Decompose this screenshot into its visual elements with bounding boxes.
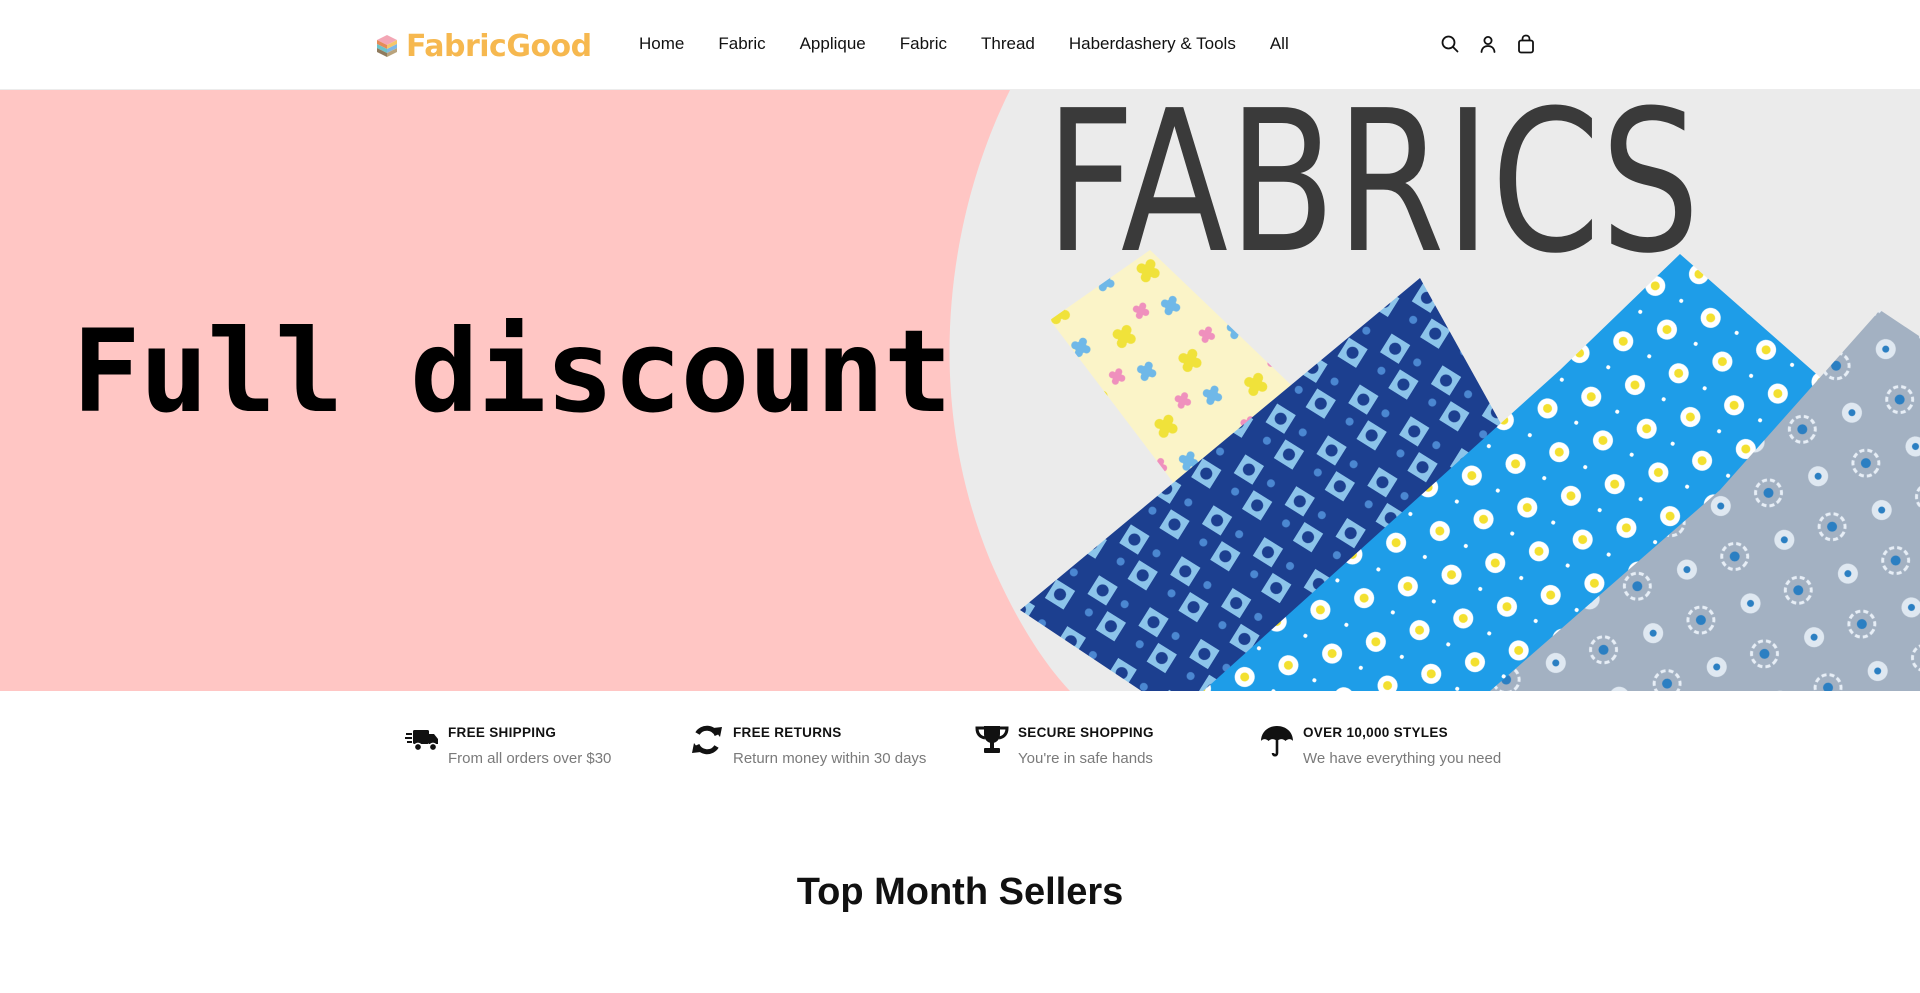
brand-name: FabricGood — [406, 28, 592, 64]
nav-item-applique[interactable]: Applique — [800, 30, 866, 58]
search-icon[interactable] — [1440, 30, 1460, 58]
feature-subtitle: You're in safe hands — [1018, 750, 1153, 767]
top-sellers-title: Top Month Sellers — [796, 871, 1124, 913]
features-bar: FREE SHIPPING From all orders over $30 F… — [0, 691, 1920, 801]
feature-title: OVER 10,000 STYLES — [1303, 725, 1448, 740]
truck-icon — [404, 724, 440, 764]
cart-icon[interactable] — [1516, 30, 1536, 58]
feature-free-shipping: FREE SHIPPING From all orders over $30 — [404, 724, 611, 770]
feature-title: FREE RETURNS — [733, 725, 842, 740]
feature-secure-shopping: SECURE SHOPPING You're in safe hands — [974, 724, 1154, 770]
main-nav: Home Fabric Applique Fabric Thread Haber… — [639, 30, 1289, 58]
feature-title: SECURE SHOPPING — [1018, 725, 1154, 740]
fabrics-hero-image: FABRICS — [949, 90, 1920, 691]
site-header: FabricGood Home Fabric Applique Fabric T… — [0, 0, 1920, 90]
nav-item-fabric-2[interactable]: Fabric — [900, 30, 947, 58]
trophy-icon — [974, 724, 1010, 764]
feature-subtitle: From all orders over $30 — [448, 750, 612, 767]
nav-item-all[interactable]: All — [1270, 30, 1289, 58]
refresh-icon — [689, 724, 725, 764]
feature-styles: OVER 10,000 STYLES We have everything yo… — [1259, 724, 1501, 770]
nav-item-home[interactable]: Home — [639, 30, 684, 58]
hero-banner[interactable]: Full discount FABRICS — [0, 90, 1920, 691]
brand-logo[interactable]: FabricGood — [374, 28, 592, 64]
umbrella-icon — [1259, 724, 1295, 764]
nav-item-fabric[interactable]: Fabric — [718, 30, 765, 58]
feature-subtitle: Return money within 30 days — [733, 750, 927, 767]
fabric-stack-icon — [377, 35, 397, 57]
hero-headline: Full discount — [72, 305, 952, 438]
header-actions — [1440, 30, 1536, 58]
feature-subtitle: We have everything you need — [1303, 750, 1502, 767]
nav-item-haberdashery-tools[interactable]: Haberdashery & Tools — [1069, 30, 1236, 58]
account-icon[interactable] — [1478, 30, 1498, 58]
feature-free-returns: FREE RETURNS Return money within 30 days — [689, 724, 926, 770]
feature-title: FREE SHIPPING — [448, 725, 557, 740]
nav-item-thread[interactable]: Thread — [981, 30, 1035, 58]
